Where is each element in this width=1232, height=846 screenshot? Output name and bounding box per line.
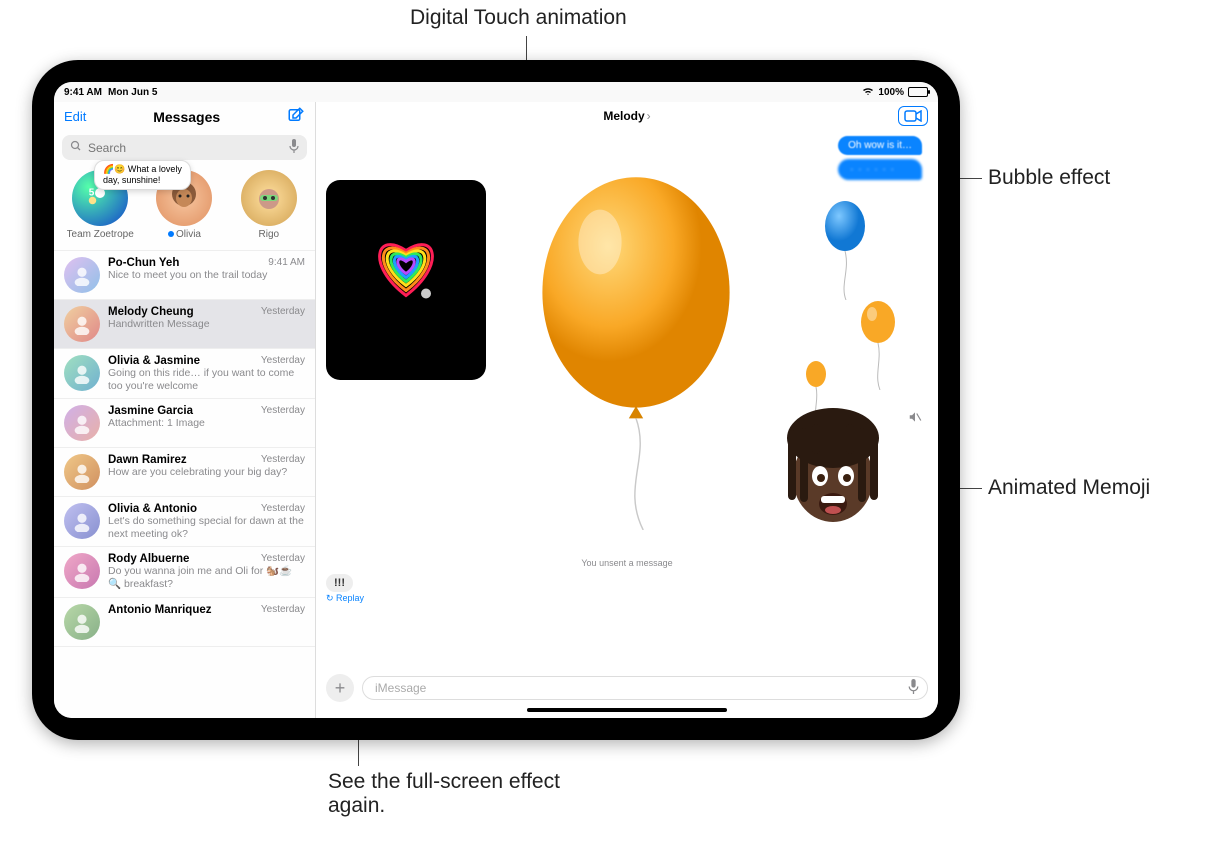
callout-animated-memoji: Animated Memoji xyxy=(988,476,1150,500)
status-date: Mon Jun 5 xyxy=(108,87,157,98)
conversation-preview: Let's do something special for dawn at t… xyxy=(108,515,305,540)
pinned-contact-rigo[interactable]: Rigo xyxy=(231,170,307,240)
mute-icon[interactable] xyxy=(908,410,922,427)
dictate-icon[interactable] xyxy=(908,679,919,697)
conversation-time: Yesterday xyxy=(261,405,305,417)
avatar xyxy=(64,454,100,490)
conversation-item[interactable]: Po-Chun Yeh 9:41 AM Nice to meet you on … xyxy=(54,251,315,300)
conversation-item[interactable]: Olivia & Antonio Yesterday Let's do some… xyxy=(54,497,315,547)
conversation-header[interactable]: Melody › xyxy=(316,102,938,130)
conversation-name: Olivia & Antonio xyxy=(108,503,197,515)
multitask-dots[interactable]: ••• xyxy=(488,82,505,87)
avatar xyxy=(64,306,100,342)
conversation-name: Dawn Ramirez xyxy=(108,454,187,466)
ipad-frame: ••• 9:41 AM Mon Jun 5 100% Edit Messages xyxy=(32,60,960,740)
conversation-time: Yesterday xyxy=(261,553,305,565)
conversation-preview: Going on this ride… if you want to come … xyxy=(108,367,305,392)
conversation-name: Melody Cheung xyxy=(108,306,194,318)
sent-message-group: Oh wow is it… · · · · · · xyxy=(838,136,922,180)
conversation-item[interactable]: Melody Cheung Yesterday Handwritten Mess… xyxy=(54,300,315,349)
conversation-time: Yesterday xyxy=(261,503,305,515)
tapback-emphasis[interactable]: !!! xyxy=(326,574,353,592)
conversation-time: 9:41 AM xyxy=(268,257,305,269)
conversation-item[interactable]: Antonio Manriquez Yesterday xyxy=(54,598,315,647)
sent-bubble[interactable]: Oh wow is it… xyxy=(838,136,922,155)
sidebar-title: Messages xyxy=(153,109,220,125)
search-input[interactable] xyxy=(88,141,283,155)
battery-pct: 100% xyxy=(878,87,904,98)
conversation-time: Yesterday xyxy=(261,454,305,466)
sent-bubble-invisible-ink[interactable]: · · · · · · xyxy=(838,159,922,180)
unsent-label: You unsent a message xyxy=(581,558,672,568)
conversation-preview: Do you wanna join me and Oli for 🐿️☕🔍 br… xyxy=(108,565,305,590)
conversation-time: Yesterday xyxy=(261,604,305,616)
memoji-sticker[interactable] xyxy=(768,400,898,530)
tapback-group: !!! ↻ Replay xyxy=(326,574,364,604)
conversation-item[interactable]: Dawn Ramirez Yesterday How are you celeb… xyxy=(54,448,315,497)
message-placeholder: iMessage xyxy=(375,681,426,695)
conversation-preview: Handwritten Message xyxy=(108,318,305,331)
dictate-icon[interactable] xyxy=(289,139,299,156)
balloon-blue xyxy=(822,200,868,300)
avatar xyxy=(64,405,100,441)
edit-button[interactable]: Edit xyxy=(64,109,86,124)
pinned-preview-bubble: 🌈😊 What a lovely day, sunshine! xyxy=(94,160,191,190)
conversation-time: Yesterday xyxy=(261,355,305,367)
heart-animation xyxy=(341,206,471,339)
conversation-pane: Melody › Oh wow is it… · · · · · · xyxy=(316,102,938,718)
conversation-name: Jasmine Garcia xyxy=(108,405,193,417)
battery-icon xyxy=(908,87,928,97)
conversation-item[interactable]: Olivia & Jasmine Yesterday Going on this… xyxy=(54,349,315,399)
avatar xyxy=(64,503,100,539)
screen: ••• 9:41 AM Mon Jun 5 100% Edit Messages xyxy=(54,82,938,718)
avatar xyxy=(64,604,100,640)
conversation-preview: Nice to meet you on the trail today xyxy=(108,269,305,282)
conversation-name: Po-Chun Yeh xyxy=(108,257,179,269)
conversation-item[interactable]: Rody Albuerne Yesterday Do you wanna joi… xyxy=(54,547,315,597)
search-icon xyxy=(70,140,82,155)
callout-digital-touch: Digital Touch animation xyxy=(410,6,627,30)
conversation-preview: How are you celebrating your big day? xyxy=(108,466,305,479)
conversation-preview: Attachment: 1 Image xyxy=(108,417,305,430)
conversation-name: Antonio Manriquez xyxy=(108,604,212,616)
replay-button[interactable]: ↻ Replay xyxy=(326,593,364,604)
status-time: 9:41 AM xyxy=(64,87,102,98)
avatar xyxy=(64,257,100,293)
svg-text:5: 5 xyxy=(89,188,95,199)
callout-bubble-effect: Bubble effect xyxy=(988,166,1110,190)
conversation-list[interactable]: Po-Chun Yeh 9:41 AM Nice to meet you on … xyxy=(54,251,315,718)
digital-touch-message[interactable] xyxy=(326,180,486,380)
message-input[interactable]: iMessage xyxy=(362,676,928,700)
balloon-orange-small xyxy=(858,300,898,390)
conversation-name: Rody Albuerne xyxy=(108,553,189,565)
callout-replay-hint: See the full-screen effect again. xyxy=(328,770,588,818)
avatar xyxy=(64,553,100,589)
compose-icon[interactable] xyxy=(287,106,305,127)
wifi-icon xyxy=(862,86,874,99)
conversation-item[interactable]: Jasmine Garcia Yesterday Attachment: 1 I… xyxy=(54,399,315,448)
facetime-icon[interactable] xyxy=(898,106,928,126)
chevron-right-icon: › xyxy=(647,109,651,123)
conversation-sidebar: Edit Messages xyxy=(54,102,316,718)
avatar xyxy=(64,355,100,391)
balloon-effect-large xyxy=(486,170,786,530)
home-indicator[interactable] xyxy=(527,708,727,712)
apps-plus-button[interactable]: + xyxy=(326,674,354,702)
conversation-time: Yesterday xyxy=(261,306,305,318)
search-field[interactable] xyxy=(62,135,307,160)
conversation-name: Olivia & Jasmine xyxy=(108,355,200,367)
